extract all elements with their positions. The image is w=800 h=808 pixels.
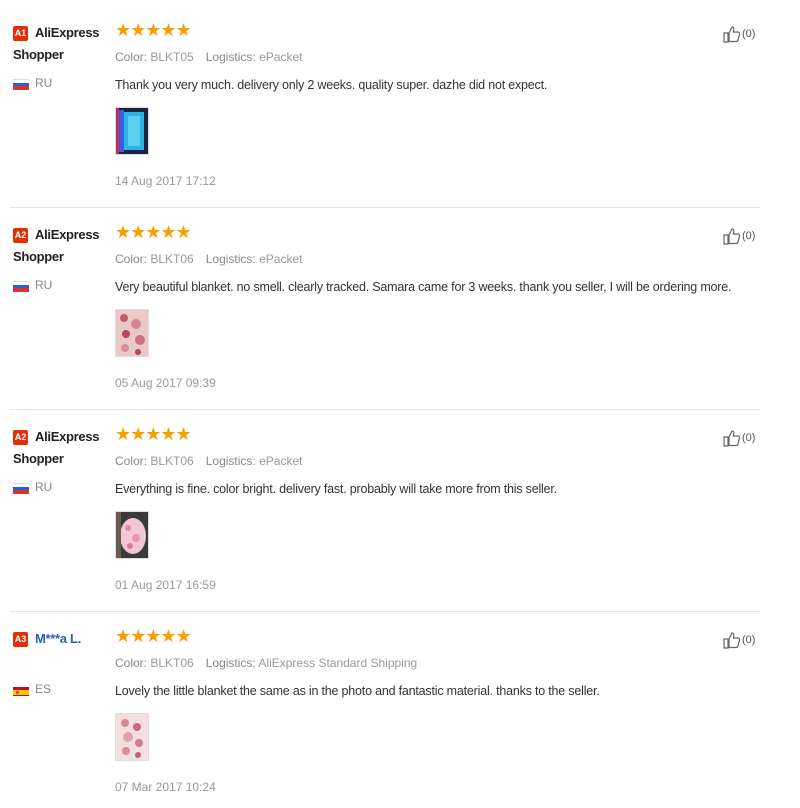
thumbs-up-icon xyxy=(723,632,741,649)
like-button[interactable]: (0) xyxy=(722,24,755,44)
thumbs-up-icon xyxy=(723,228,741,245)
rating-stars: ★★★★★ xyxy=(115,20,192,40)
like-count: (0) xyxy=(742,634,756,646)
logistics-label: Logistics: xyxy=(205,454,256,468)
review-item: M***a L. A3 ES ★★★★★ Color: BLKT06 Logist… xyxy=(0,606,800,808)
color-label: Color: xyxy=(115,252,148,266)
color-value: BLKT06 xyxy=(150,656,194,670)
reviewer-country: RU xyxy=(35,480,53,494)
logistics-value: ePacket xyxy=(259,252,303,266)
like-button[interactable]: (0) xyxy=(722,226,755,246)
reviewer-level-badge: A2 xyxy=(13,430,28,445)
review-text: Everything is fine. color bright. delive… xyxy=(115,482,557,496)
order-info: Color: BLKT06 Logistics: AliExpress Stand… xyxy=(115,656,417,670)
review-date: 05 Aug 2017 09:39 xyxy=(115,376,216,390)
reviewer-country: RU xyxy=(35,76,53,90)
review-photo[interactable] xyxy=(115,713,149,761)
rating-stars: ★★★★★ xyxy=(115,424,192,444)
color-value: BLKT05 xyxy=(150,50,194,64)
review-photo[interactable] xyxy=(115,107,149,155)
color-label: Color: xyxy=(115,454,148,468)
reviewer-level-badge: A2 xyxy=(13,228,28,243)
like-count: (0) xyxy=(742,28,756,40)
russia-flag-icon xyxy=(13,281,29,292)
review-photo[interactable] xyxy=(115,309,149,357)
rating-stars: ★★★★★ xyxy=(115,626,192,646)
review-photo[interactable] xyxy=(115,511,149,559)
color-label: Color: xyxy=(115,50,148,64)
rating-stars: ★★★★★ xyxy=(115,222,192,242)
logistics-label: Logistics: xyxy=(205,50,256,64)
review-item: AliExpress Shopper A2 RU ★★★★★ Color: BL… xyxy=(0,202,800,410)
review-text: Lovely the little blanket the same as in… xyxy=(115,684,600,698)
reviewer-country: ES xyxy=(35,682,52,696)
reviewer-level-badge: A1 xyxy=(13,26,28,41)
like-button[interactable]: (0) xyxy=(722,630,755,650)
logistics-value: ePacket xyxy=(259,454,303,468)
color-value: BLKT06 xyxy=(150,252,194,266)
order-info: Color: BLKT06 Logistics: ePacket xyxy=(115,252,302,266)
review-text: Thank you very much. delivery only 2 wee… xyxy=(115,78,548,92)
order-info: Color: BLKT06 Logistics: ePacket xyxy=(115,454,302,468)
logistics-label: Logistics: xyxy=(205,656,256,670)
spain-flag-icon xyxy=(13,685,29,696)
review-item: AliExpress Shopper A2 RU ★★★★★ Color: BL… xyxy=(0,404,800,612)
reviewer-level-badge: A3 xyxy=(13,632,28,647)
logistics-value: AliExpress Standard Shipping xyxy=(258,656,418,670)
review-date: 07 Mar 2017 10:24 xyxy=(115,780,216,794)
order-info: Color: BLKT05 Logistics: ePacket xyxy=(115,50,302,64)
review-date: 14 Aug 2017 17:12 xyxy=(115,174,216,188)
russia-flag-icon xyxy=(13,79,29,90)
reviewer-country: RU xyxy=(35,278,53,292)
color-value: BLKT06 xyxy=(150,454,194,468)
thumbs-up-icon xyxy=(723,430,741,447)
review-date: 01 Aug 2017 16:59 xyxy=(115,578,216,592)
logistics-label: Logistics: xyxy=(205,252,256,266)
russia-flag-icon xyxy=(13,483,29,494)
thumbs-up-icon xyxy=(723,26,741,43)
logistics-value: ePacket xyxy=(259,50,303,64)
review-text: Very beautiful blanket. no smell. clearl… xyxy=(115,280,732,294)
color-label: Color: xyxy=(115,656,148,670)
review-item: AliExpress Shopper A1 RU ★★★★★ Color: BL… xyxy=(0,0,800,208)
like-button[interactable]: (0) xyxy=(722,428,755,448)
like-count: (0) xyxy=(742,432,756,444)
like-count: (0) xyxy=(742,230,756,242)
